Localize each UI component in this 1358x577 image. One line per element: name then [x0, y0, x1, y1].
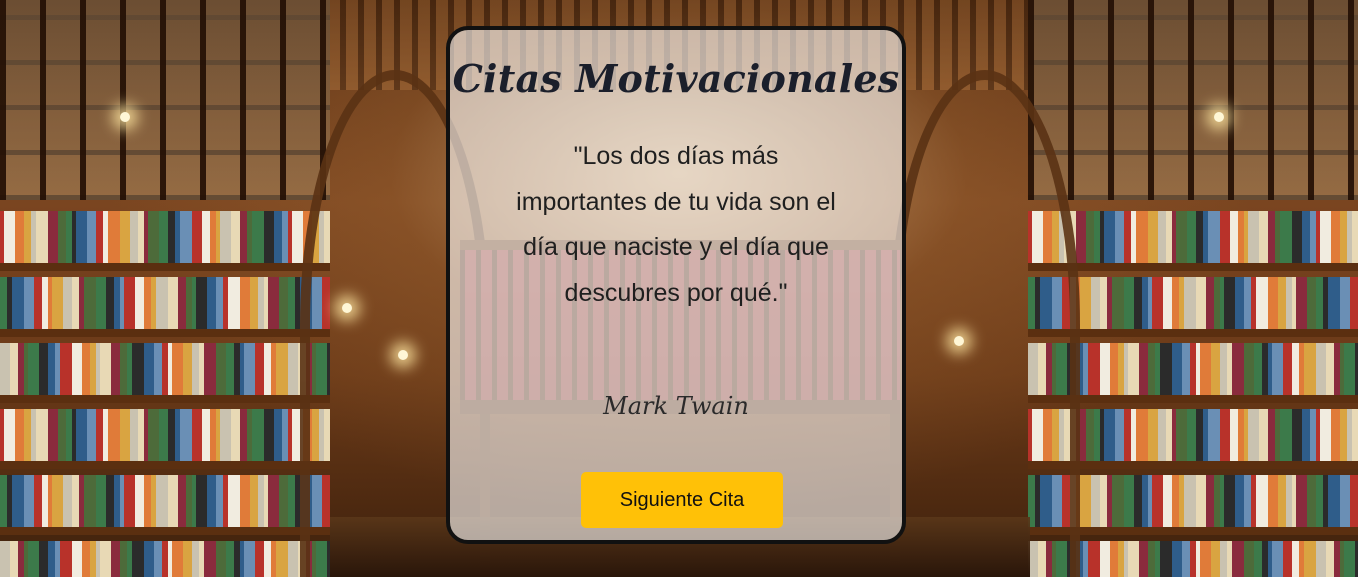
lamp-light	[1214, 112, 1224, 122]
book-spines	[1028, 211, 1358, 263]
quote-card: Citas Motivacionales "Los dos días más i…	[446, 26, 906, 544]
book-spines	[0, 343, 330, 395]
book-spines	[0, 409, 330, 461]
book-spines	[0, 211, 330, 263]
quote-author: Mark Twain	[603, 392, 749, 420]
next-quote-button[interactable]: Siguiente Cita	[581, 472, 783, 528]
shelf-row	[0, 403, 330, 469]
right-glass-cabinets	[1028, 0, 1358, 200]
lamp-light	[342, 303, 352, 313]
lamp-light	[954, 336, 964, 346]
shelf-row	[0, 205, 330, 271]
lamp-light	[398, 350, 408, 360]
quote-text: "Los dos días más importantes de tu vida…	[516, 142, 836, 307]
right-arch	[890, 70, 1080, 577]
book-spines	[0, 541, 330, 577]
shelf-row	[1028, 205, 1358, 271]
book-spines	[0, 475, 330, 527]
lamp-light	[120, 112, 130, 122]
left-glass-cabinets	[0, 0, 330, 200]
shelf-row	[0, 469, 330, 535]
shelf-row	[0, 535, 330, 577]
page-title: Citas Motivacionales	[452, 56, 900, 101]
shelf-row	[0, 337, 330, 403]
left-bookshelf-wall	[0, 0, 330, 577]
shelf-row	[0, 271, 330, 337]
book-spines	[0, 277, 330, 329]
